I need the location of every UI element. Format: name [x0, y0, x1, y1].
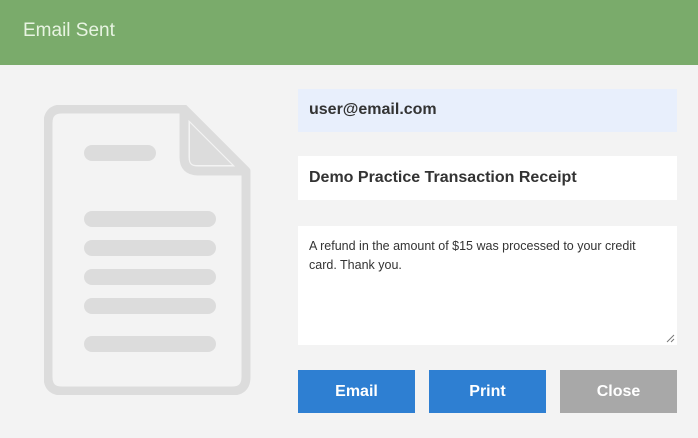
message-textarea[interactable]: A refund in the amount of $15 was proces…	[298, 226, 677, 345]
email-button[interactable]: Email	[298, 370, 415, 413]
subject-field[interactable]: Demo Practice Transaction Receipt	[298, 156, 677, 200]
print-button[interactable]: Print	[429, 370, 546, 413]
email-sent-dialog: Email Sent user@email.com Demo Practice …	[0, 0, 698, 438]
recipient-email-field[interactable]: user@email.com	[298, 89, 677, 132]
dialog-header: Email Sent	[0, 0, 698, 65]
resize-grip-icon[interactable]	[665, 333, 675, 343]
message-text: A refund in the amount of $15 was proces…	[309, 239, 636, 273]
document-icon	[44, 105, 251, 395]
close-button[interactable]: Close	[560, 370, 677, 413]
dialog-title: Email Sent	[23, 20, 115, 41]
